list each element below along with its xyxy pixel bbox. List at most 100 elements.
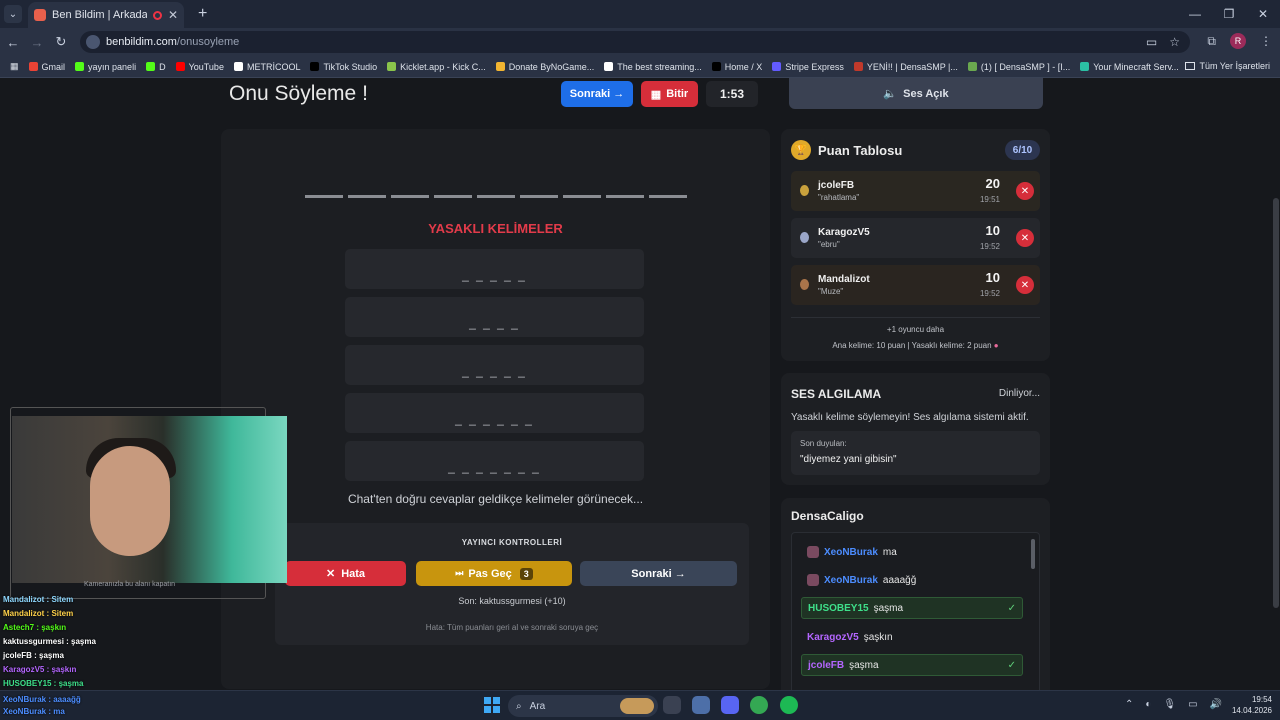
bookmark-item[interactable]: The best streaming... (604, 62, 702, 72)
site-info-icon[interactable] (86, 35, 100, 49)
overlay-chat-line: Astech7 : şaşkın (3, 623, 67, 632)
bookmark-item[interactable]: Kicklet.app - Kick C... (387, 62, 486, 72)
profile-avatar[interactable]: R (1230, 33, 1246, 49)
close-window-icon[interactable]: ✕ (1246, 0, 1280, 28)
clock-date: 14.04.2026 (1231, 706, 1272, 715)
chat-message-correct: HUSOBEY15 şaşma ✓ (801, 597, 1023, 619)
next-button[interactable]: Sonraki → (580, 561, 737, 586)
bookmark-item[interactable]: Stripe Express (772, 62, 844, 72)
back-icon[interactable]: ← (2, 35, 24, 50)
voice-status: Dinliyor... (998, 388, 1040, 399)
player-row: Mandalizot "Muze" 10 19:52 ✕ (791, 265, 1040, 305)
tray-chevron-icon[interactable]: ⌃ (1125, 699, 1133, 710)
bookmark-item[interactable]: yayın paneli (75, 62, 136, 72)
blank-letter (305, 195, 343, 198)
check-icon: ✓ (1007, 602, 1016, 614)
tab-list-button[interactable]: ⌄ (4, 5, 22, 23)
spotify-icon[interactable] (780, 696, 798, 714)
reload-icon[interactable]: ↻ (50, 34, 72, 50)
pass-button[interactable]: ⏭ Pas Geç 3 (416, 561, 572, 586)
last-heard-label: Son duyulan: (800, 439, 847, 448)
app-icon[interactable] (692, 696, 710, 714)
bookmark-item[interactable]: D (146, 62, 166, 72)
new-tab-button[interactable]: + (198, 5, 207, 23)
taskbar-search[interactable]: ⌕ Ara (508, 695, 658, 717)
bookmarks-bar: ▦ Gmail yayın paneli D YouTube METRİCOOL… (0, 56, 1280, 78)
bookmark-star-icon[interactable]: ☆ (1169, 35, 1180, 49)
check-icon: ✓ (1007, 659, 1016, 671)
chat-list[interactable]: XeoNBurak ma XeoNBurak aaaağğ HUSOBEY15 … (791, 532, 1040, 690)
x-icon: ✕ (325, 568, 336, 580)
bookmark-item[interactable]: TikTok Studio (310, 62, 377, 72)
forward-icon[interactable]: → (26, 35, 48, 50)
search-label: Ara (529, 700, 546, 712)
voice-description: Yasaklı kelime söylemeyin! Ses algılama … (791, 412, 1029, 423)
forbidden-word-slot: _ _ _ _ _ (345, 249, 644, 289)
sound-toggle-button[interactable]: 🔈 Ses Açık (789, 78, 1043, 109)
clock-time: 19:54 (1251, 695, 1272, 704)
maximize-icon[interactable]: ❐ (1212, 0, 1246, 28)
discord-icon[interactable] (721, 696, 739, 714)
sound-icon: 🔈 (883, 88, 898, 100)
address-bar[interactable]: benbildim.com/onusoyleme ▭ ☆ (80, 31, 1190, 53)
streamer-controls: YAYINCI KONTROLLERİ ✕ Hata ⏭ Pas Geç 3 Sonr… (275, 523, 749, 645)
remove-player-button[interactable]: ✕ (1016, 182, 1034, 200)
clock[interactable]: 19:54 14.04.2026 (1232, 694, 1272, 716)
browser-toolbar: ← → ↻ benbildim.com/onusoyleme ▭ ☆ ⧉ R ⋮ (0, 28, 1280, 56)
blank-letter (391, 195, 429, 198)
forbidden-word-slot: _ _ _ _ _ _ _ (345, 441, 644, 481)
player-score: 10 (985, 270, 1000, 285)
blank-letter (348, 195, 386, 198)
overlay-chat-line: XeoNBurak : ma (3, 707, 65, 716)
player-word: "Muze" (818, 287, 844, 296)
timer: 1:53 (706, 81, 758, 107)
error-button[interactable]: ✕ Hata (285, 561, 406, 586)
taskbar: XeoNBurak : aaaağğ XeoNBurak : ma ⌕ Ara … (0, 690, 1280, 720)
bookmark-item[interactable]: YouTube (175, 62, 224, 72)
user-avatar (807, 574, 819, 586)
chat-scrollbar[interactable] (1031, 539, 1035, 569)
word-blanks (305, 195, 687, 198)
bookmark-item[interactable]: Gmail (28, 62, 65, 72)
apps-icon[interactable]: ▦ (10, 61, 19, 72)
volume-icon[interactable]: 🔊 (1210, 699, 1222, 710)
active-tab[interactable]: Ben Bildim | Arkadaşlarınla ✕ (28, 2, 184, 28)
bookmark-item[interactable]: METRİCOOL (233, 62, 300, 72)
mic-icon[interactable]: 🎙 (1163, 699, 1176, 710)
all-bookmarks[interactable]: Tüm Yer İşaretleri (1185, 61, 1270, 71)
bookmark-item[interactable]: YENİ!! | DensaSMP |... (853, 62, 958, 72)
url-host: benbildim.com (106, 36, 177, 48)
page-scrollbar[interactable] (1273, 198, 1279, 608)
close-tab-icon[interactable]: ✕ (168, 8, 178, 22)
error-hint: Hata: Tüm puanları geri al ve sonraki so… (425, 623, 599, 632)
menu-icon[interactable]: ⋮ (1260, 34, 1272, 48)
last-answer: Son: kaktussgurmesi (+10) (458, 596, 566, 606)
streamer-face (90, 446, 170, 556)
bookmark-item[interactable]: Donate ByNoGame... (495, 62, 594, 72)
bookmark-item[interactable]: (1) [ DensaSMP ] - [I... (967, 62, 1070, 72)
blank-letter (606, 195, 644, 198)
remove-player-button[interactable]: ✕ (1016, 229, 1034, 247)
remove-player-button[interactable]: ✕ (1016, 276, 1034, 294)
search-highlight-icon (620, 698, 654, 714)
cast-icon[interactable]: ▭ (1146, 35, 1157, 49)
tray-app-icon[interactable]: ◐ (1145, 699, 1151, 710)
chrome-icon[interactable] (750, 696, 768, 714)
user-avatar (807, 546, 819, 558)
bookmark-item[interactable]: Home / X (711, 62, 762, 72)
bookmark-item[interactable]: Your Minecraft Serv... (1080, 62, 1179, 72)
forbidden-word-slot: _ _ _ _ _ _ (345, 393, 644, 433)
chat-username: HUSOBEY15 (808, 602, 869, 614)
chat-username: KaragozV5 (807, 631, 859, 643)
extensions-icon[interactable]: ⧉ (1207, 34, 1216, 49)
controls-title: YAYINCI KONTROLLERİ (461, 538, 563, 547)
chat-text: aaaağğ (882, 574, 917, 586)
finish-button[interactable]: ▦ Bitir (641, 81, 698, 107)
network-icon[interactable]: ▭ (1188, 699, 1197, 710)
next-button-top[interactable]: Sonraki → (561, 81, 633, 107)
chat-text: şaşma (849, 659, 879, 671)
app-icon[interactable] (663, 696, 681, 714)
minimize-icon[interactable]: — (1178, 0, 1212, 28)
start-button[interactable] (484, 697, 500, 713)
blank-letter (563, 195, 601, 198)
